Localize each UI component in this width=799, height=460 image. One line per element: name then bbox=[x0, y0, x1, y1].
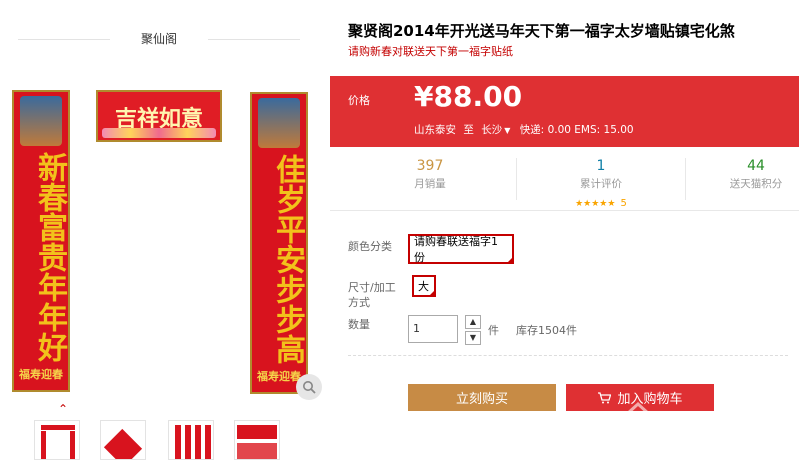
rating-stars: ★★★★★ bbox=[575, 199, 616, 209]
price-panel: 价格 ¥88.00 山东泰安 至 长沙 ▼ 快递: 0.00 EMS: 15.00 bbox=[330, 76, 799, 147]
shipping-fee: 快递: 0.00 EMS: 15.00 bbox=[519, 124, 634, 136]
site-watermark: OE搜索 bbox=[596, 384, 796, 452]
divider bbox=[516, 158, 517, 200]
thumbnail[interactable] bbox=[234, 420, 280, 460]
price-value: ¥88.00 bbox=[414, 80, 523, 113]
watermark-text: OE搜索 bbox=[670, 409, 776, 444]
to-label: 至 bbox=[463, 124, 474, 136]
divider bbox=[208, 39, 300, 40]
shipping-info: 山东泰安 至 长沙 ▼ 快递: 0.00 EMS: 15.00 bbox=[414, 122, 634, 137]
thumbnail[interactable] bbox=[100, 420, 146, 460]
zoom-button[interactable] bbox=[296, 374, 322, 400]
divider bbox=[685, 158, 686, 200]
right-couplet-text: 佳岁平安步步高 bbox=[270, 154, 305, 364]
quantity-unit: 件 bbox=[488, 324, 499, 337]
increase-button[interactable]: ▲ bbox=[465, 315, 481, 329]
chevron-down-icon: ▼ bbox=[504, 126, 511, 135]
product-subtitle: 请购新春对联送天下第一福字贴纸 bbox=[348, 45, 513, 58]
store-header: 聚仙阁 bbox=[18, 30, 300, 48]
chevron-up-icon[interactable]: ⌃ bbox=[58, 402, 68, 416]
door-god-figure bbox=[20, 96, 62, 146]
thumbnail[interactable] bbox=[34, 420, 80, 460]
couplet-signature: 福寿迎春 bbox=[19, 368, 63, 381]
stats-bar: 397 月销量 1 累计评价 ★★★★★ 5 44 送天猫积分 bbox=[330, 148, 799, 211]
color-label: 颜色分类 bbox=[348, 240, 392, 253]
product-gallery: 聚仙阁 新春富贵年年好 福寿迎春 吉祥如意 佳岁平安步步高 福寿迎春 ⌃ bbox=[0, 0, 330, 460]
selected-check-icon bbox=[506, 256, 514, 264]
price-label: 价格 bbox=[348, 94, 370, 107]
quantity-label: 数量 bbox=[348, 318, 370, 331]
left-couplet-text: 新春富贵年年好 bbox=[32, 152, 67, 362]
product-title: 聚贤阁2014年开光送马年天下第一福字太岁墙贴镇宅化煞 bbox=[348, 22, 735, 40]
stock-count: 库存1504件 bbox=[516, 324, 577, 337]
size-option[interactable]: 大 bbox=[412, 275, 436, 297]
monthly-sales: 397 月销量 bbox=[414, 158, 446, 190]
tmall-points: 44 送天猫积分 bbox=[729, 158, 783, 190]
color-option[interactable]: 请购春联送福字1份 bbox=[408, 234, 514, 264]
magnifier-icon bbox=[303, 381, 316, 394]
size-label: 尺寸/加工方式 bbox=[348, 281, 396, 309]
door-god-figure bbox=[258, 98, 300, 148]
quantity-input[interactable]: 1 bbox=[408, 315, 458, 343]
thumbnail[interactable] bbox=[168, 420, 214, 460]
house-logo-icon: OE搜索 bbox=[614, 401, 776, 448]
rating-score: 5 bbox=[620, 198, 627, 209]
flower-decoration bbox=[102, 128, 216, 138]
divider bbox=[348, 355, 788, 356]
destination-select[interactable]: 长沙 ▼ bbox=[481, 124, 510, 136]
quantity-stepper: ▲ ▼ bbox=[465, 315, 481, 345]
right-couplet: 佳岁平安步步高 福寿迎春 bbox=[250, 92, 308, 394]
review-count[interactable]: 1 累计评价 ★★★★★ 5 bbox=[558, 158, 644, 210]
origin: 山东泰安 bbox=[414, 124, 456, 136]
selected-check-icon bbox=[428, 289, 436, 297]
horizontal-banner: 吉祥如意 bbox=[96, 90, 222, 142]
decrease-button[interactable]: ▼ bbox=[465, 331, 481, 345]
main-product-image[interactable]: 新春富贵年年好 福寿迎春 吉祥如意 佳岁平安步步高 福寿迎春 bbox=[10, 86, 322, 396]
left-couplet: 新春富贵年年好 福寿迎春 bbox=[12, 90, 70, 392]
buy-now-button[interactable]: 立刻购买 bbox=[408, 384, 556, 411]
